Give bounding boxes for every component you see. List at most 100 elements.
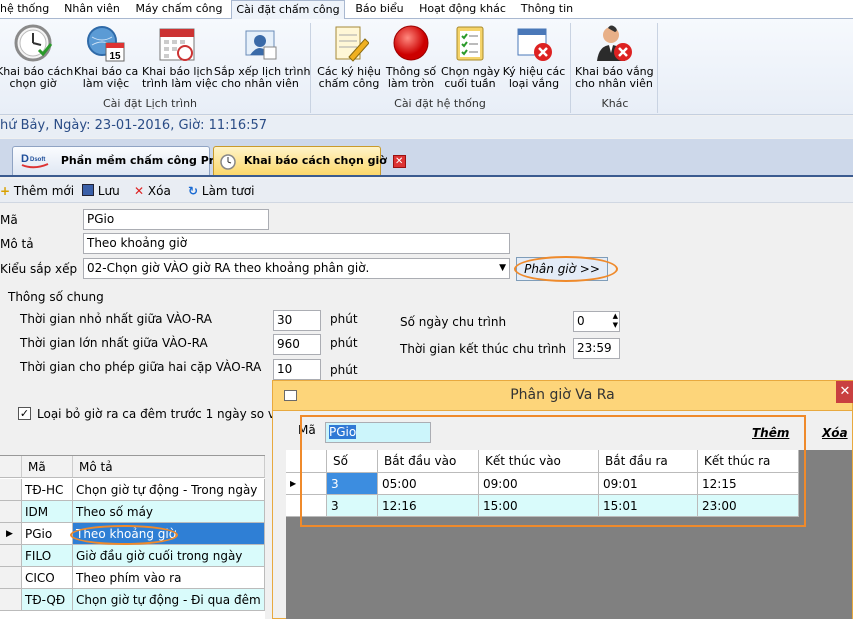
table-row[interactable]: IDM Theo số máy: [0, 501, 265, 523]
doc-tab-label: Khai báo cách chọn giờ: [243, 154, 387, 167]
pair-input[interactable]: 10: [273, 359, 321, 380]
doc-tab-label: Phần mềm chấm công Pro: [60, 154, 222, 167]
ribbon-button-rounding[interactable]: Thông số làm tròn: [384, 21, 438, 90]
menu-tab-employees[interactable]: Nhân viên: [62, 0, 122, 19]
toolbar: + Thêm mới Lưu ✕ Xóa ↻ Làm tươi: [0, 179, 853, 203]
row-selector[interactable]: [0, 501, 22, 523]
add-label: Thêm mới: [13, 184, 75, 198]
kieu-label: Kiểu sắp xếp: [0, 262, 78, 276]
grid-cell-mota[interactable]: Theo số máy: [73, 501, 265, 523]
mota-label: Mô tả: [0, 237, 34, 251]
ribbon-group-label: Cài đặt Lịch trình: [102, 97, 198, 110]
table-row[interactable]: FILO Giờ đầu giờ cuối trong ngày: [0, 545, 265, 567]
svg-text:15: 15: [109, 51, 121, 62]
cycle-label: Số ngày chu trình: [400, 315, 507, 329]
close-icon[interactable]: ✕: [836, 381, 853, 403]
refresh-button[interactable]: ↻ Làm tươi: [188, 182, 254, 200]
menu-tab-devices[interactable]: Máy chấm công: [134, 0, 224, 19]
menu-tab-reports[interactable]: Báo biểu: [352, 0, 407, 19]
ribbon-label: cho nhân viên: [575, 77, 653, 90]
delete-button[interactable]: ✕ Xóa: [134, 182, 171, 200]
ribbon-button-shifts[interactable]: 15 Khai báo ca làm việc: [74, 21, 138, 90]
menu-tab-other[interactable]: Hoạt động khác: [415, 0, 510, 19]
row-selector[interactable]: [0, 545, 22, 567]
ribbon-button-schedule[interactable]: Khai báo lịch trình làm việc: [142, 21, 218, 90]
table-row[interactable]: CICO Theo phím vào ra: [0, 567, 265, 589]
ribbon-label: làm việc: [82, 77, 130, 90]
red-circle-icon: [391, 23, 431, 63]
cycle-spinner[interactable]: 0 ▲ ▼: [573, 311, 620, 332]
refresh-icon: ↻: [188, 184, 199, 198]
dialog-title: Phân giờ Va Ra: [510, 387, 615, 403]
grid-header-mota[interactable]: Mô tả: [73, 456, 265, 478]
checklist-icon: [450, 23, 490, 63]
method-grid: Mã Mô tả TĐ-HC Chọn giờ tự động - Trong …: [0, 455, 265, 619]
grid-cell-ma[interactable]: FILO: [22, 545, 73, 567]
save-button[interactable]: Lưu: [82, 182, 120, 200]
grid-header-ma[interactable]: Mã: [22, 456, 73, 478]
table-row[interactable]: TĐ-QĐ Chọn giờ tự động - Đi qua đêm: [0, 589, 265, 611]
ribbon-button-employee-absence[interactable]: Khai báo vắng cho nhân viên: [575, 21, 654, 90]
x-icon: ✕: [134, 184, 145, 198]
ribbon-button-assign-schedule[interactable]: Sắp xếp lịch trình cho nhân viên: [214, 21, 310, 90]
grid-cell-ma[interactable]: TĐ-QĐ: [22, 589, 73, 611]
section-title: Thông số chung: [8, 290, 104, 304]
spinner-arrows-icon[interactable]: ▲ ▼: [613, 312, 618, 330]
window-delete-icon: [514, 23, 554, 63]
highlight-box: [300, 415, 806, 527]
unit-label: phút: [330, 363, 358, 377]
calendar-clock-icon: 15: [86, 23, 126, 63]
ribbon-label: chấm công: [318, 77, 380, 90]
menu-bar: hệ thống Nhân viên Máy chấm công Cài đặt…: [0, 0, 853, 20]
dsoft-logo: D Dsoft: [19, 150, 49, 172]
ribbon-label: làm tròn: [387, 77, 435, 90]
doc-tab-time-method[interactable]: Khai báo cách chọn giờ ✕: [213, 146, 406, 175]
ribbon-label: chọn giờ: [9, 77, 57, 90]
delete-label: Xóa: [147, 184, 171, 198]
menu-tab-system[interactable]: hệ thống: [0, 0, 50, 19]
ribbon-button-time-method[interactable]: Khai báo cách chọn giờ: [0, 21, 73, 90]
exclude-night-checkbox[interactable]: ✓: [18, 407, 31, 420]
row-selector[interactable]: [0, 479, 22, 501]
ma-input[interactable]: PGio: [83, 209, 269, 230]
grid-cell-mota[interactable]: Giờ đầu giờ cuối trong ngày: [73, 545, 265, 567]
checkbox-label: Loại bỏ giờ ra ca đêm trước 1 ngày so vớ: [37, 407, 283, 421]
max-input[interactable]: 960: [273, 334, 321, 355]
kieu-select[interactable]: 02-Chọn giờ VÀO giờ RA theo khoảng phân …: [83, 258, 510, 279]
ribbon-button-symbols[interactable]: Các ký hiệu chấm công: [316, 21, 382, 90]
table-row[interactable]: TĐ-HC Chọn giờ tự động - Trong ngày: [0, 479, 265, 501]
user-schedule-icon: [240, 23, 280, 63]
grid-corner: [0, 456, 22, 478]
ribbon-button-absence-types[interactable]: Ký hiệu các loại vắng: [502, 21, 566, 90]
grid-cell-ma[interactable]: IDM: [22, 501, 73, 523]
clock-icon: [220, 153, 236, 170]
grid-cell-mota[interactable]: Chọn giờ tự động - Đi qua đêm: [73, 589, 265, 611]
refresh-label: Làm tươi: [201, 184, 255, 198]
grid-cell-mota[interactable]: Theo phím vào ra: [73, 567, 265, 589]
calendar-icon: [157, 23, 197, 63]
ribbon-button-weekend[interactable]: Chọn ngày cuối tuần: [441, 21, 500, 90]
grid-cell-mota[interactable]: Chọn giờ tự động - Trong ngày: [73, 479, 265, 501]
menu-tab-attendance-settings[interactable]: Cài đặt chấm công: [231, 0, 345, 20]
grid-cell-ma[interactable]: PGio: [22, 523, 73, 545]
grid-cell-ma[interactable]: CICO: [22, 567, 73, 589]
clock-icon: [13, 23, 53, 63]
ribbon-separator: [310, 23, 311, 113]
row-selector[interactable]: [0, 567, 22, 589]
grid-cell-ma[interactable]: TĐ-HC: [22, 479, 73, 501]
doc-tab-main[interactable]: D Dsoft Phần mềm chấm công Pro: [12, 146, 222, 175]
highlight-ellipse: [70, 525, 178, 545]
user-delete-icon: [594, 23, 634, 63]
row-pointer-icon[interactable]: ▶: [0, 523, 22, 545]
add-button[interactable]: + Thêm mới: [0, 182, 74, 200]
delete-link[interactable]: Xóa: [822, 426, 848, 440]
mota-input[interactable]: Theo khoảng giờ: [83, 233, 510, 254]
document-tabs: D Dsoft Phần mềm chấm công Pro Khai báo c…: [0, 139, 853, 177]
svg-text:Dsoft: Dsoft: [30, 157, 45, 163]
row-selector[interactable]: [0, 589, 22, 611]
menu-tab-info[interactable]: Thông tin: [518, 0, 576, 19]
close-icon[interactable]: ✕: [392, 154, 406, 168]
end-input[interactable]: 23:59: [573, 338, 620, 359]
pair-label: Thời gian cho phép giữa hai cặp VÀO-RA: [20, 360, 262, 374]
min-input[interactable]: 30: [273, 310, 321, 331]
